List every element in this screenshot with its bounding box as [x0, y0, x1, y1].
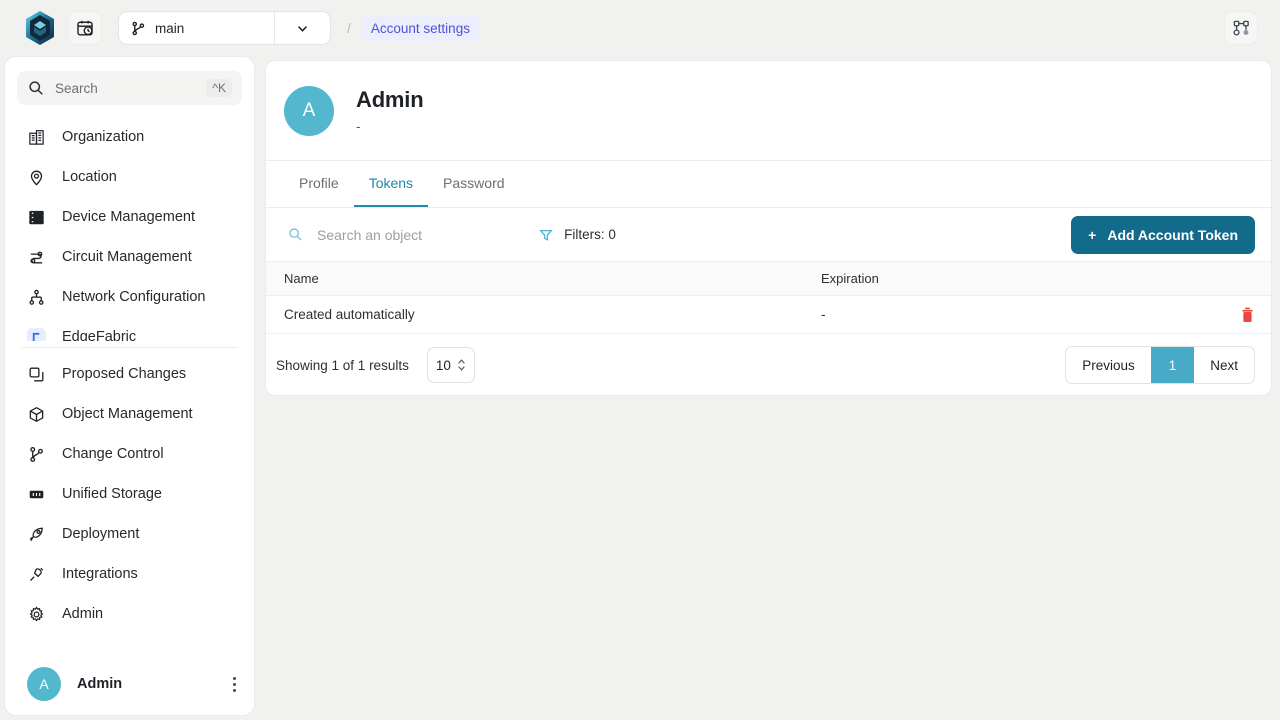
plug-icon [27, 565, 46, 584]
page-title: Admin [356, 87, 424, 112]
search-shortcut: ^K [206, 79, 232, 97]
next-page-button[interactable]: Next [1194, 347, 1254, 383]
branch-label: main [155, 20, 185, 36]
add-account-token-button[interactable]: + Add Account Token [1071, 215, 1255, 254]
sidebar-item-object-management[interactable]: Object Management [5, 394, 254, 434]
sidebar-item-change-control[interactable]: Change Control [5, 434, 254, 474]
table-toolbar: Search an object Filters: 0 + Add Accoun… [266, 208, 1271, 261]
avatar: A [27, 667, 61, 701]
server-rack-icon [27, 208, 46, 227]
page-size-stepper[interactable]: 10 [426, 347, 475, 383]
tab-password[interactable]: Password [428, 161, 519, 207]
sidebar-item-label: Change Control [62, 446, 164, 462]
object-search-placeholder: Search an object [317, 226, 423, 243]
table-row[interactable]: Created automatically - [266, 296, 1271, 334]
page-size-value: 10 [435, 357, 451, 373]
sidebar-item-label: Integrations [62, 566, 138, 582]
tab-profile[interactable]: Profile [284, 161, 354, 207]
storage-icon [27, 485, 46, 504]
sidebar-item-organization[interactable]: Organization [5, 117, 254, 157]
tab-tokens[interactable]: Tokens [353, 161, 429, 207]
object-search-input[interactable]: Search an object [288, 227, 422, 243]
kebab-menu-icon[interactable] [229, 671, 240, 698]
search-icon [289, 228, 302, 241]
branch-icon [132, 21, 145, 35]
table-header-row: Name Expiration [266, 261, 1271, 296]
sidebar-item-admin[interactable]: Admin [5, 594, 254, 634]
sidebar-item-label: Network Configuration [62, 289, 206, 305]
pagination: Previous 1 Next [1065, 346, 1255, 384]
calendar-clock-icon[interactable] [68, 11, 102, 45]
cube-icon [27, 405, 46, 424]
page-1-button[interactable]: 1 [1150, 347, 1195, 383]
breadcrumb-separator: / [347, 20, 351, 36]
table-footer: Showing 1 of 1 results 10 Previous 1 Nex… [266, 334, 1271, 395]
topology-nodes-icon[interactable] [1224, 11, 1258, 45]
page-subtitle: - [356, 119, 361, 134]
account-header: A Admin - [266, 61, 1271, 160]
filters-button[interactable]: Filters: 0 [539, 227, 616, 242]
search-placeholder: Search [55, 80, 98, 96]
branch-icon [27, 445, 46, 464]
column-header-expiration: Expiration [821, 271, 879, 286]
search-icon [29, 81, 43, 95]
sidebar-user-name: Admin [77, 676, 123, 692]
sidebar-item-label: Admin [62, 606, 104, 622]
circuit-icon [27, 248, 46, 267]
sidebar-item-circuit-management[interactable]: Circuit Management [5, 237, 254, 277]
main-panel: A Admin - Profile Tokens Password Search… [265, 60, 1272, 396]
sidebar-user-footer[interactable]: A Admin [5, 653, 254, 715]
chevron-down-icon[interactable] [274, 12, 330, 44]
sidebar-item-label: Unified Storage [62, 486, 162, 502]
branch-selector[interactable]: main [118, 11, 331, 45]
sidebar-item-device-management[interactable]: Device Management [5, 197, 254, 237]
sidebar-item-deployment[interactable]: Deployment [5, 514, 254, 554]
sidebar-item-label: Organization [62, 129, 145, 145]
gear-icon [27, 605, 46, 624]
building-icon [27, 128, 46, 147]
sidebar-item-label: Proposed Changes [62, 366, 187, 382]
sidebar-item-integrations[interactable]: Integrations [5, 554, 254, 594]
sidebar-item-label: EdgeFabric [62, 329, 137, 341]
sidebar-item-edgefabric[interactable]: EdgeFabric [5, 317, 254, 341]
sidebar-item-label: Device Management [62, 209, 195, 225]
sidebar-item-location[interactable]: Location [5, 157, 254, 197]
map-pin-icon [27, 168, 46, 187]
search-input[interactable]: Search ^K [17, 71, 242, 105]
breadcrumb-account-settings[interactable]: Account settings [360, 15, 480, 41]
sidebar-item-label: Location [62, 169, 117, 185]
results-count: Showing 1 of 1 results [276, 357, 409, 373]
cell-expiration: - [821, 307, 826, 322]
column-header-name: Name [284, 271, 319, 286]
top-bar: main / Account settings [0, 0, 1280, 56]
sidebar-item-label: Deployment [62, 526, 140, 542]
add-button-label: Add Account Token [1107, 226, 1238, 243]
edge-fabric-icon [27, 327, 46, 341]
sidebar-nav-scroll[interactable]: Organization Location Device Management … [5, 117, 254, 341]
sidebar-item-label: Circuit Management [62, 249, 192, 265]
sidebar-nav-lower: Proposed Changes Object Management Chang… [5, 348, 254, 634]
trash-icon[interactable] [1240, 307, 1255, 323]
sidebar-item-network-configuration[interactable]: Network Configuration [5, 277, 254, 317]
hexagon-logo-icon[interactable] [22, 8, 58, 48]
previous-page-button[interactable]: Previous [1066, 347, 1151, 383]
rocket-icon [27, 525, 46, 544]
sidebar-item-unified-storage[interactable]: Unified Storage [5, 474, 254, 514]
plus-icon: + [1088, 226, 1097, 243]
sidebar-item-label: Object Management [62, 406, 193, 422]
branch-selector-main[interactable]: main [119, 12, 274, 44]
sidebar-item-proposed-changes[interactable]: Proposed Changes [5, 354, 254, 394]
tab-bar: Profile Tokens Password [266, 160, 1271, 208]
sidebar: Search ^K Organization Location Device M… [4, 56, 255, 716]
copy-pages-icon [27, 365, 46, 384]
cell-name: Created automatically [284, 307, 415, 322]
avatar: A [284, 85, 334, 136]
filters-label: Filters: 0 [564, 227, 616, 242]
network-tree-icon [27, 288, 46, 307]
filter-icon [539, 229, 553, 241]
stepper-icon [457, 359, 465, 371]
